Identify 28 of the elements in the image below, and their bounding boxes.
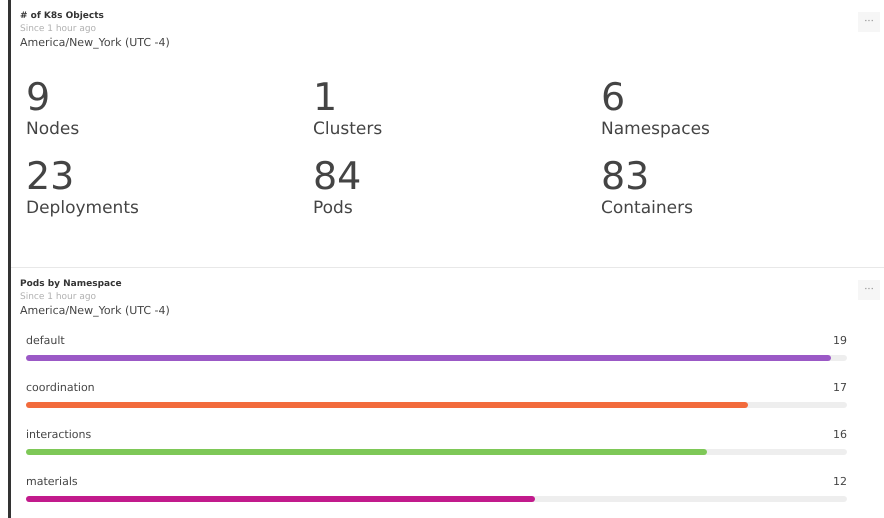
stat-value: 83 xyxy=(601,155,650,197)
stat-value: 23 xyxy=(26,155,74,197)
stat-label: Deployments xyxy=(26,197,139,219)
more-menu-button[interactable]: ··· xyxy=(858,280,880,300)
stat-value: 6 xyxy=(601,76,626,118)
more-menu-button[interactable]: ··· xyxy=(858,12,880,32)
panel-title: Pods by Namespace xyxy=(20,278,122,291)
stat-label: Namespaces xyxy=(601,118,710,140)
stat-label: Containers xyxy=(601,197,693,219)
namespace-label: default xyxy=(26,334,65,348)
namespace-label: coordination xyxy=(26,381,95,395)
timezone-label: America/New_York (UTC -4) xyxy=(20,303,170,318)
stat-value: 9 xyxy=(26,76,50,118)
stat-value: 84 xyxy=(313,155,362,197)
panel-title: # of K8s Objects xyxy=(20,10,104,23)
stat-label: Clusters xyxy=(313,118,382,140)
stat-label: Pods xyxy=(313,197,353,219)
pod-count: 17 xyxy=(833,381,847,395)
pod-count: 16 xyxy=(833,428,847,442)
time-range-label: Since 1 hour ago xyxy=(20,23,96,35)
stat-label: Nodes xyxy=(26,118,80,140)
timezone-label: America/New_York (UTC -4) xyxy=(20,35,170,50)
namespace-label: materials xyxy=(26,475,78,489)
pod-count: 12 xyxy=(833,475,847,489)
time-range-label: Since 1 hour ago xyxy=(20,291,96,303)
stat-value: 1 xyxy=(313,76,338,118)
namespace-label: interactions xyxy=(26,428,92,442)
pod-count: 19 xyxy=(833,334,847,348)
